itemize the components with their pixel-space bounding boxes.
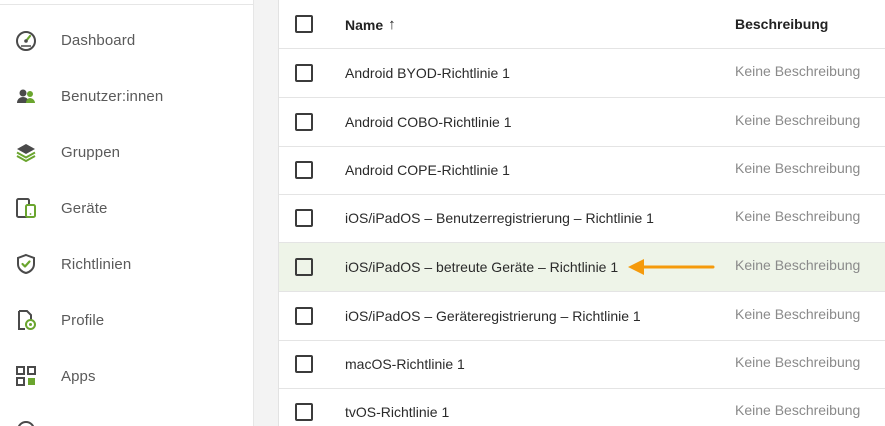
- profile-settings-icon: [14, 308, 38, 332]
- policies-table: Name ↑ Beschreibung Android BYOD-Richtli…: [278, 0, 885, 426]
- app-root: Dashboard Benutzer:innen Gruppen Geräte …: [0, 0, 885, 426]
- sidebar-item-label: Dashboard: [61, 31, 136, 49]
- sort-ascending-icon: ↑: [388, 16, 396, 33]
- table-row[interactable]: iOS/iPadOS – Geräteregistrierung – Richt…: [279, 292, 885, 341]
- shield-check-icon: [14, 252, 38, 276]
- policy-name[interactable]: Android COPE-Richtlinie 1: [345, 162, 510, 178]
- sidebar-item-label: Benutzer:innen: [61, 87, 164, 105]
- sidebar-item-dashboard[interactable]: Dashboard: [0, 12, 254, 68]
- dashboard-gauge-icon: [14, 28, 38, 52]
- policy-description: Keine Beschreibung: [735, 306, 861, 322]
- sidebar-item-label: Apps: [61, 367, 96, 385]
- sidebar-item-label: Richtlinien: [61, 255, 132, 273]
- policy-description: Keine Beschreibung: [735, 208, 861, 224]
- sidebar-item-devices[interactable]: Geräte: [0, 180, 254, 236]
- partial-nav-icon: [17, 418, 35, 426]
- table-row[interactable]: Android BYOD-Richtlinie 1 Keine Beschrei…: [279, 49, 885, 98]
- policy-description: Keine Beschreibung: [735, 63, 861, 79]
- row-checkbox[interactable]: [295, 403, 313, 421]
- layers-icon: [14, 140, 38, 164]
- devices-icon: [14, 196, 38, 220]
- users-icon: [14, 84, 38, 108]
- policy-description: Keine Beschreibung: [735, 402, 861, 418]
- policy-name[interactable]: Android BYOD-Richtlinie 1: [345, 65, 510, 81]
- row-checkbox[interactable]: [295, 64, 313, 82]
- policy-name[interactable]: iOS/iPadOS – betreute Geräte – Richtlini…: [345, 259, 618, 275]
- table-header-row: Name ↑ Beschreibung: [279, 0, 885, 49]
- table-row[interactable]: tvOS-Richtlinie 1 Keine Beschreibung: [279, 388, 885, 426]
- row-checkbox[interactable]: [295, 209, 313, 227]
- sidebar-item-label: Gruppen: [61, 143, 121, 161]
- sidebar-item-groups[interactable]: Gruppen: [0, 124, 254, 180]
- annotation-arrow-icon: [628, 259, 715, 275]
- policy-description: Keine Beschreibung: [735, 112, 861, 128]
- apps-grid-icon: [14, 364, 38, 388]
- policy-description: Keine Beschreibung: [735, 257, 861, 273]
- policy-name[interactable]: iOS/iPadOS – Benutzerregistrierung – Ric…: [345, 210, 654, 226]
- sidebar-item-label: Geräte: [61, 199, 108, 217]
- policy-name[interactable]: tvOS-Richtlinie 1: [345, 404, 449, 420]
- table-row[interactable]: Android COPE-Richtlinie 1 Keine Beschrei…: [279, 146, 885, 195]
- select-all-checkbox[interactable]: [295, 15, 313, 33]
- table-row-highlighted[interactable]: iOS/iPadOS – betreute Geräte – Richtlini…: [279, 243, 885, 292]
- column-header-name-label: Name: [345, 16, 384, 33]
- policy-description: Keine Beschreibung: [735, 160, 861, 176]
- policy-name[interactable]: Android COBO-Richtlinie 1: [345, 114, 512, 130]
- policy-name[interactable]: macOS-Richtlinie 1: [345, 356, 465, 372]
- table-row[interactable]: Android COBO-Richtlinie 1 Keine Beschrei…: [279, 98, 885, 147]
- sidebar-item-apps[interactable]: Apps: [0, 348, 254, 404]
- row-checkbox[interactable]: [295, 355, 313, 373]
- sidebar-item-label: Profile: [61, 311, 105, 329]
- sidebar-item-policies[interactable]: Richtlinien: [0, 236, 254, 292]
- column-header-description[interactable]: Beschreibung: [735, 16, 828, 32]
- column-header-name[interactable]: Name ↑: [345, 16, 396, 33]
- row-checkbox[interactable]: [295, 113, 313, 131]
- sidebar-divider: [0, 4, 254, 5]
- row-checkbox[interactable]: [295, 258, 313, 276]
- sidebar: Dashboard Benutzer:innen Gruppen Geräte …: [0, 0, 254, 426]
- row-checkbox[interactable]: [295, 307, 313, 325]
- sidebar-item-users[interactable]: Benutzer:innen: [0, 68, 254, 124]
- policy-name[interactable]: iOS/iPadOS – Geräteregistrierung – Richt…: [345, 308, 641, 324]
- table-row[interactable]: iOS/iPadOS – Benutzerregistrierung – Ric…: [279, 194, 885, 243]
- policy-description: Keine Beschreibung: [735, 354, 861, 370]
- sidebar-item-profiles[interactable]: Profile: [0, 292, 254, 348]
- content-gutter: [254, 0, 278, 426]
- row-checkbox[interactable]: [295, 161, 313, 179]
- table-row[interactable]: macOS-Richtlinie 1 Keine Beschreibung: [279, 340, 885, 389]
